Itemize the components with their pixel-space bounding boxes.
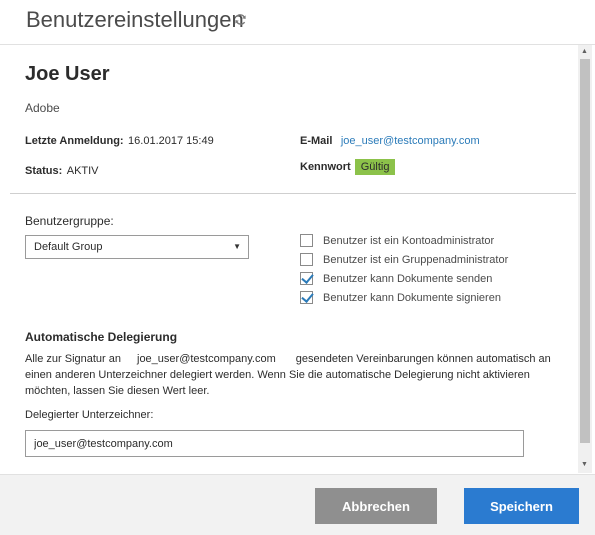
user-group-value: Default Group	[34, 241, 103, 253]
user-name: Joe User	[25, 63, 110, 85]
scroll-up-icon[interactable]: ▲	[581, 48, 588, 55]
section-divider	[10, 193, 576, 194]
password-status: Kennwort Gültig	[300, 159, 396, 175]
delegation-text-email: joe_user@testcompany.com	[137, 353, 276, 365]
checkbox-box[interactable]	[300, 234, 313, 247]
cancel-button[interactable]: Abbrechen	[315, 488, 437, 524]
delegation-title: Automatische Delegierung	[25, 330, 178, 344]
checkbox-account-admin[interactable]: Benutzer ist ein Kontoadministrator	[300, 231, 508, 250]
last-login-label: Letzte Anmeldung:	[25, 135, 124, 147]
last-login: Letzte Anmeldung: 16.01.2017 15:49	[25, 131, 214, 149]
status-label: Status:	[25, 165, 63, 177]
status-value: AKTIV	[66, 165, 99, 177]
checkbox-box-checked[interactable]	[300, 291, 313, 304]
user-status: Status: AKTIV	[25, 161, 99, 179]
scroll-down-icon[interactable]: ▼	[581, 461, 588, 468]
password-label: Kennwort	[300, 161, 351, 173]
dialog-header: Benutzereinstellungen	[0, 0, 595, 45]
refresh-icon[interactable]	[234, 13, 247, 26]
scrollbar[interactable]: ▲ ▼	[578, 45, 592, 473]
dialog-footer: Abbrechen Speichern	[0, 474, 595, 535]
checkbox-label: Benutzer ist ein Kontoadministrator	[323, 234, 495, 247]
dropdown-arrow-icon: ▼	[233, 242, 241, 251]
delegate-label: Delegierter Unterzeichner:	[25, 409, 154, 421]
checkbox-group-admin[interactable]: Benutzer ist ein Gruppenadministrator	[300, 250, 508, 269]
checkbox-label: Benutzer kann Dokumente senden	[323, 272, 493, 285]
delegate-input[interactable]	[25, 430, 524, 457]
password-badge: Gültig	[354, 159, 396, 175]
checkbox-can-send[interactable]: Benutzer kann Dokumente senden	[300, 269, 508, 288]
last-login-value: 16.01.2017 15:49	[128, 135, 214, 147]
email-link[interactable]: joe_user@testcompany.com	[341, 135, 480, 147]
dialog-title: Benutzereinstellungen	[26, 7, 244, 32]
checkbox-box[interactable]	[300, 253, 313, 266]
settings-content: Joe User Adobe Letzte Anmeldung: 16.01.2…	[10, 45, 576, 473]
delegation-description: Alle zur Signatur an joe_user@testcompany…	[25, 351, 575, 399]
user-group-label: Benutzergruppe:	[25, 214, 114, 228]
scrollbar-thumb[interactable]	[580, 59, 590, 443]
email-label: E-Mail	[300, 135, 333, 147]
checkbox-can-sign[interactable]: Benutzer kann Dokumente signieren	[300, 288, 508, 307]
save-button[interactable]: Speichern	[464, 488, 579, 524]
user-company: Adobe	[25, 101, 60, 115]
permission-checkboxes: Benutzer ist ein Kontoadministrator Benu…	[300, 231, 508, 307]
delegation-text-start: Alle zur Signatur an	[25, 353, 121, 365]
checkbox-label: Benutzer ist ein Gruppenadministrator	[323, 253, 509, 266]
checkbox-label: Benutzer kann Dokumente signieren	[323, 291, 501, 304]
checkbox-box-checked[interactable]	[300, 272, 313, 285]
user-email: E-Mail joe_user@testcompany.com	[300, 131, 480, 149]
user-group-select[interactable]: Default Group ▼	[25, 235, 249, 259]
